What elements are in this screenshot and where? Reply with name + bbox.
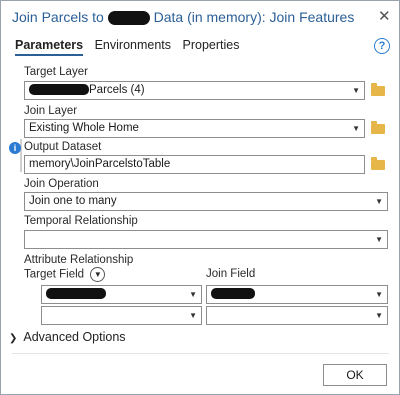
- tab-parameters[interactable]: Parameters: [15, 38, 84, 56]
- target-layer-select[interactable]: Parcels (4) ▼: [24, 81, 365, 100]
- target-field-header: Target Field ▼: [24, 267, 106, 282]
- title-prefix: Join Parcels to: [12, 9, 104, 25]
- redacted-text: [211, 288, 255, 300]
- target-field-select-2[interactable]: ▼: [41, 306, 202, 325]
- dialog-title: Join Parcels to Data (in memory): Join F…: [12, 9, 355, 26]
- join-field-select-1[interactable]: ▼: [206, 285, 388, 304]
- join-operation-select[interactable]: Join one to many ▼: [24, 192, 388, 211]
- folder-icon[interactable]: [371, 157, 385, 170]
- folder-icon[interactable]: [371, 83, 385, 96]
- chevron-down-icon: ▼: [189, 290, 197, 299]
- join-field-label: Join Field: [206, 268, 256, 280]
- output-dataset-label: Output Dataset: [24, 141, 102, 153]
- temporal-relationship-select[interactable]: ▼: [24, 230, 388, 249]
- title-suffix: Data (in memory): Join Features: [153, 9, 355, 25]
- tab-properties[interactable]: Properties: [183, 38, 240, 52]
- advanced-options-label: Advanced Options: [23, 330, 126, 344]
- redacted-text: [107, 11, 150, 26]
- join-layer-value: Existing Whole Home: [29, 122, 139, 134]
- target-layer-value: Parcels (4): [89, 84, 145, 96]
- ok-button[interactable]: OK: [323, 364, 387, 386]
- temporal-relationship-label: Temporal Relationship: [24, 215, 138, 227]
- join-features-dialog: Join Parcels to Data (in memory): Join F…: [0, 0, 400, 395]
- tab-environments[interactable]: Environments: [95, 38, 171, 52]
- target-field-label: Target Field: [24, 268, 85, 281]
- chevron-down-icon: ▼: [375, 311, 383, 320]
- chevron-down-icon: ▼: [352, 124, 360, 133]
- join-field-select-2[interactable]: ▼: [206, 306, 388, 325]
- join-layer-label: Join Layer: [24, 105, 78, 117]
- join-layer-select[interactable]: Existing Whole Home ▼: [24, 119, 365, 138]
- target-layer-label: Target Layer: [24, 66, 88, 78]
- chevron-down-icon[interactable]: ▼: [90, 267, 106, 282]
- join-operation-label: Join Operation: [24, 178, 99, 190]
- chevron-down-icon: ▼: [352, 86, 360, 95]
- help-icon[interactable]: ?: [374, 38, 390, 54]
- divider: [12, 353, 389, 354]
- redacted-text: [29, 84, 89, 96]
- validation-bar: [20, 139, 22, 172]
- output-dataset-input[interactable]: memory\JoinParcelstoTable: [24, 155, 365, 174]
- info-icon[interactable]: i: [9, 142, 21, 154]
- chevron-down-icon: ▼: [375, 197, 383, 206]
- join-operation-value: Join one to many: [29, 195, 117, 207]
- tab-bar: Parameters Environments Properties: [15, 38, 248, 56]
- target-field-select-1[interactable]: ▼: [41, 285, 202, 304]
- chevron-down-icon: ▼: [375, 235, 383, 244]
- redacted-text: [46, 288, 106, 300]
- folder-icon[interactable]: [371, 121, 385, 134]
- attribute-relationship-label: Attribute Relationship: [24, 254, 134, 266]
- chevron-right-icon: ❯: [9, 333, 18, 344]
- chevron-down-icon: ▼: [189, 311, 197, 320]
- chevron-down-icon: ▼: [375, 290, 383, 299]
- advanced-options-toggle[interactable]: ❯ Advanced Options: [9, 330, 126, 344]
- close-icon[interactable]: ✕: [378, 7, 391, 25]
- output-dataset-value: memory\JoinParcelstoTable: [29, 158, 171, 170]
